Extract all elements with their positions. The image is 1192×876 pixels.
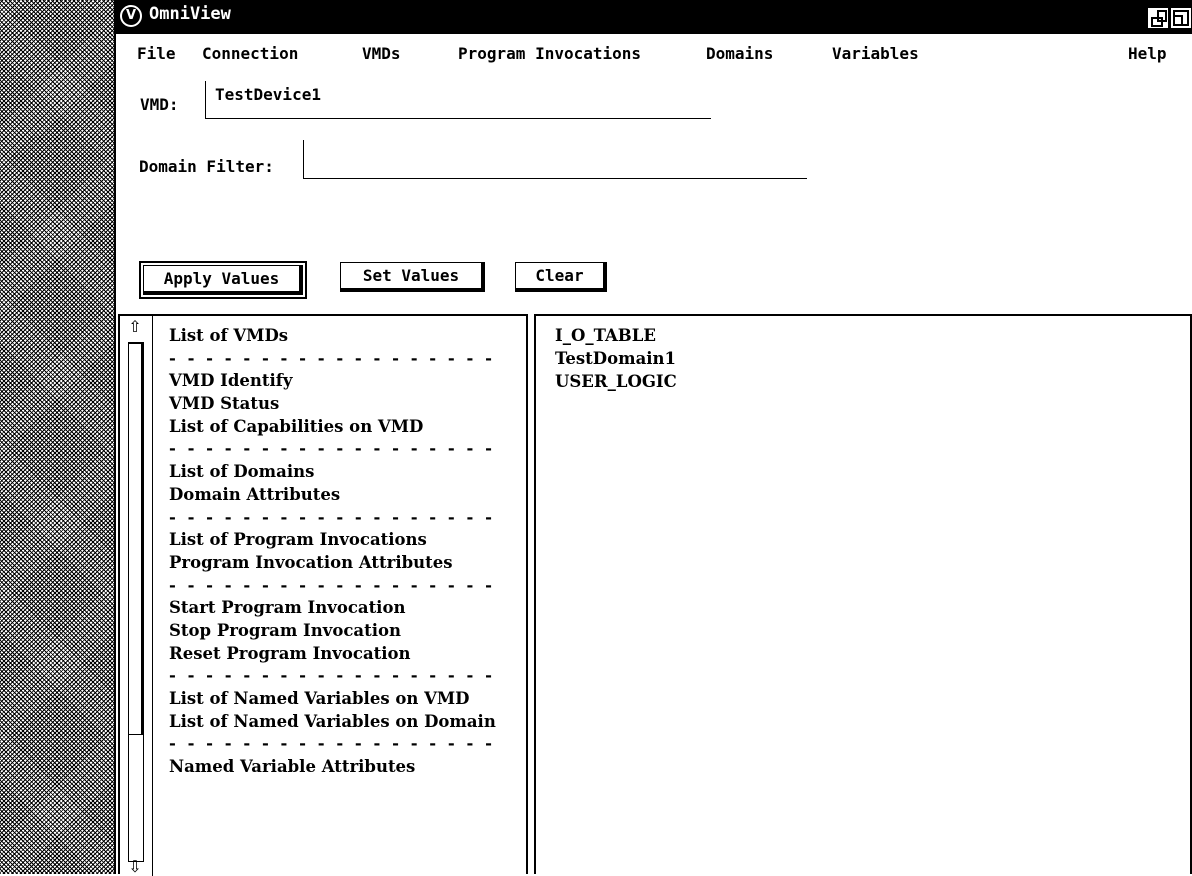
result-item[interactable]: USER_LOGIC <box>555 372 677 395</box>
menu-file[interactable]: File <box>137 44 176 63</box>
list-item[interactable]: VMD Status <box>169 394 496 417</box>
list-item[interactable]: List of Named Variables on VMD <box>169 689 496 712</box>
list-item[interactable]: List of Program Invocations <box>169 530 496 553</box>
list-separator: - - - - - - - - - - - - - - - - - - <box>169 575 495 595</box>
list-item[interactable]: Start Program Invocation <box>169 598 496 621</box>
list-item[interactable]: VMD Identify <box>169 371 496 394</box>
apply-values-button[interactable]: Apply Values <box>139 261 307 299</box>
vmd-label: VMD: <box>140 95 179 114</box>
down-arrow-icon[interactable]: ⇩ <box>126 858 144 876</box>
menu-bar: File Connection VMDs Program Invocations… <box>116 38 1192 66</box>
results-list: I_O_TABLE TestDomain1 USER_LOGIC <box>555 326 677 395</box>
omniview-window: V OmniView File Connection VMDs Program … <box>114 0 1192 876</box>
up-arrow-icon[interactable]: ⇧ <box>126 318 144 336</box>
list-separator: - - - - - - - - - - - - - - - - - - <box>169 666 495 686</box>
list-item[interactable]: List of Capabilities on VMD <box>169 417 496 440</box>
list-separator: - - - - - - - - - - - - - - - - - - <box>169 507 495 527</box>
menu-help[interactable]: Help <box>1128 44 1167 63</box>
maximize-icon[interactable] <box>1170 7 1192 29</box>
list-item[interactable]: List of Named Variables on Domain <box>169 712 496 735</box>
list-item[interactable]: Named Variable Attributes <box>169 757 496 780</box>
result-item[interactable]: I_O_TABLE <box>555 326 677 349</box>
list-item[interactable]: Reset Program Invocation <box>169 644 496 667</box>
list-item[interactable]: Domain Attributes <box>169 485 496 508</box>
domain-filter-field[interactable] <box>303 140 807 179</box>
window-menu-icon[interactable]: V <box>120 5 142 27</box>
list-item[interactable]: Stop Program Invocation <box>169 621 496 644</box>
menu-connection[interactable]: Connection <box>202 44 298 63</box>
vertical-scrollbar[interactable]: ⇧ ⇩ <box>120 316 153 876</box>
services-list-panel: ⇧ ⇩ List of VMDs - - - - - - - - - - - -… <box>118 314 528 876</box>
menu-variables[interactable]: Variables <box>832 44 919 63</box>
title-bar[interactable]: V OmniView <box>116 0 1192 34</box>
scrollbar-thumb[interactable] <box>128 343 144 735</box>
minimize-icon[interactable] <box>1147 7 1169 29</box>
vmd-field-value: TestDevice1 <box>215 85 321 104</box>
services-list: List of VMDs - - - - - - - - - - - - - -… <box>169 326 496 780</box>
menu-domains[interactable]: Domains <box>706 44 773 63</box>
list-item[interactable]: List of Domains <box>169 462 496 485</box>
list-separator: - - - - - - - - - - - - - - - - - - <box>169 734 495 754</box>
scrollbar-track[interactable] <box>128 342 144 862</box>
window-title: OmniView <box>149 4 231 24</box>
list-separator: - - - - - - - - - - - - - - - - - - <box>169 348 495 368</box>
results-panel: I_O_TABLE TestDomain1 USER_LOGIC <box>534 314 1192 874</box>
menu-program-invocations[interactable]: Program Invocations <box>458 44 641 63</box>
list-item[interactable]: Program Invocation Attributes <box>169 553 496 576</box>
list-separator: - - - - - - - - - - - - - - - - - - <box>169 439 495 459</box>
clear-button[interactable]: Clear <box>515 262 607 292</box>
vmd-field[interactable]: TestDevice1 <box>205 81 711 119</box>
menu-vmds[interactable]: VMDs <box>362 44 401 63</box>
set-values-button[interactable]: Set Values <box>340 262 485 292</box>
result-item[interactable]: TestDomain1 <box>555 349 677 372</box>
list-item[interactable]: List of VMDs <box>169 326 496 349</box>
domain-filter-label: Domain Filter: <box>139 157 274 176</box>
